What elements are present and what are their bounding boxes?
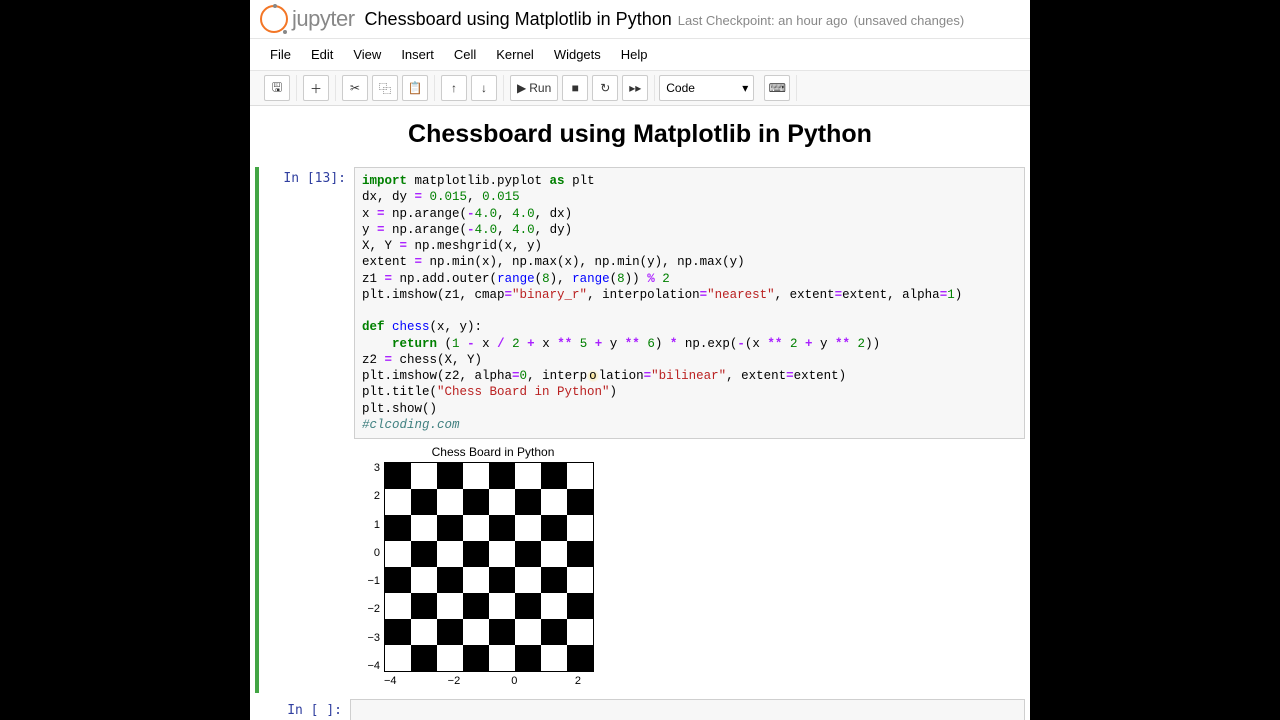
copy-button[interactable]: ⿻: [372, 75, 398, 101]
celltype-label: Code: [666, 81, 695, 95]
plot-output: Chess Board in Python 3210−1−2−3−4 −4−20…: [354, 445, 614, 687]
input-prompt: In [13]:: [259, 167, 354, 693]
celltype-select[interactable]: Code: [659, 75, 754, 101]
code-input[interactable]: import matplotlib.pyplot as plt dx, dy =…: [354, 167, 1025, 439]
keyboard-icon: ⌨: [769, 81, 786, 95]
y-axis: 3210−1−2−3−4: [354, 462, 384, 672]
cell-output: Chess Board in Python 3210−1−2−3−4 −4−20…: [354, 439, 1025, 693]
code-cell-1[interactable]: In [13]: import matplotlib.pyplot as plt…: [255, 167, 1025, 693]
play-icon: ▶: [517, 81, 526, 95]
plot-title: Chess Board in Python: [372, 445, 614, 459]
restart-button[interactable]: ↻: [592, 75, 618, 101]
chessboard-image: [385, 463, 593, 671]
move-down-button[interactable]: ↓: [471, 75, 497, 101]
restart-icon: ↻: [600, 81, 610, 95]
code-input[interactable]: [350, 699, 1025, 720]
run-label: Run: [529, 81, 551, 95]
arrow-up-icon: ↑: [451, 81, 457, 95]
paste-button[interactable]: 📋: [402, 75, 428, 101]
cut-button[interactable]: ✂: [342, 75, 368, 101]
x-axis: −4−202: [384, 675, 594, 687]
paste-icon: 📋: [408, 81, 423, 95]
menu-kernel[interactable]: Kernel: [486, 41, 544, 68]
stop-icon: ■: [572, 81, 579, 95]
code-cell-2[interactable]: In [ ]:: [255, 699, 1025, 720]
notebook-container[interactable]: Chessboard using Matplotlib in Python In…: [250, 106, 1030, 720]
command-palette-button[interactable]: ⌨: [764, 75, 790, 101]
cut-icon: ✂: [350, 81, 360, 95]
menu-view[interactable]: View: [343, 41, 391, 68]
notebook-title[interactable]: Chessboard using Matplotlib in Python: [365, 9, 672, 30]
menubar: File Edit View Insert Cell Kernel Widget…: [250, 39, 1030, 71]
menu-insert[interactable]: Insert: [391, 41, 444, 68]
restart-run-all-button[interactable]: ▸▸: [622, 75, 648, 101]
jupyter-logo[interactable]: jupyter: [260, 5, 355, 33]
save-icon: 🖫: [272, 78, 282, 99]
jupyter-icon: [260, 5, 288, 33]
markdown-heading[interactable]: Chessboard using Matplotlib in Python: [255, 120, 1025, 149]
menu-cell[interactable]: Cell: [444, 41, 486, 68]
menu-file[interactable]: File: [260, 41, 301, 68]
menu-help[interactable]: Help: [611, 41, 658, 68]
unsaved-changes: (unsaved changes): [854, 13, 965, 28]
run-button[interactable]: ▶Run: [510, 75, 558, 101]
notebook-header: jupyter Chessboard using Matplotlib in P…: [250, 0, 1030, 39]
toolbar: 🖫 ＋ ✂ ⿻ 📋 ↑ ↓ ▶Run ■ ↻ ▸▸ Code ⌨: [250, 71, 1030, 106]
menu-edit[interactable]: Edit: [301, 41, 343, 68]
plus-icon: ＋: [310, 80, 322, 97]
move-up-button[interactable]: ↑: [441, 75, 467, 101]
arrow-down-icon: ↓: [481, 81, 487, 95]
copy-icon: ⿻: [379, 80, 391, 97]
add-cell-button[interactable]: ＋: [303, 75, 329, 101]
interrupt-button[interactable]: ■: [562, 75, 588, 101]
menu-widgets[interactable]: Widgets: [544, 41, 611, 68]
save-button[interactable]: 🖫: [264, 75, 290, 101]
checkpoint-text: Last Checkpoint: an hour ago: [678, 13, 848, 28]
input-prompt: In [ ]:: [255, 699, 350, 720]
jupyter-wordmark: jupyter: [292, 6, 355, 32]
fast-forward-icon: ▸▸: [629, 81, 641, 95]
